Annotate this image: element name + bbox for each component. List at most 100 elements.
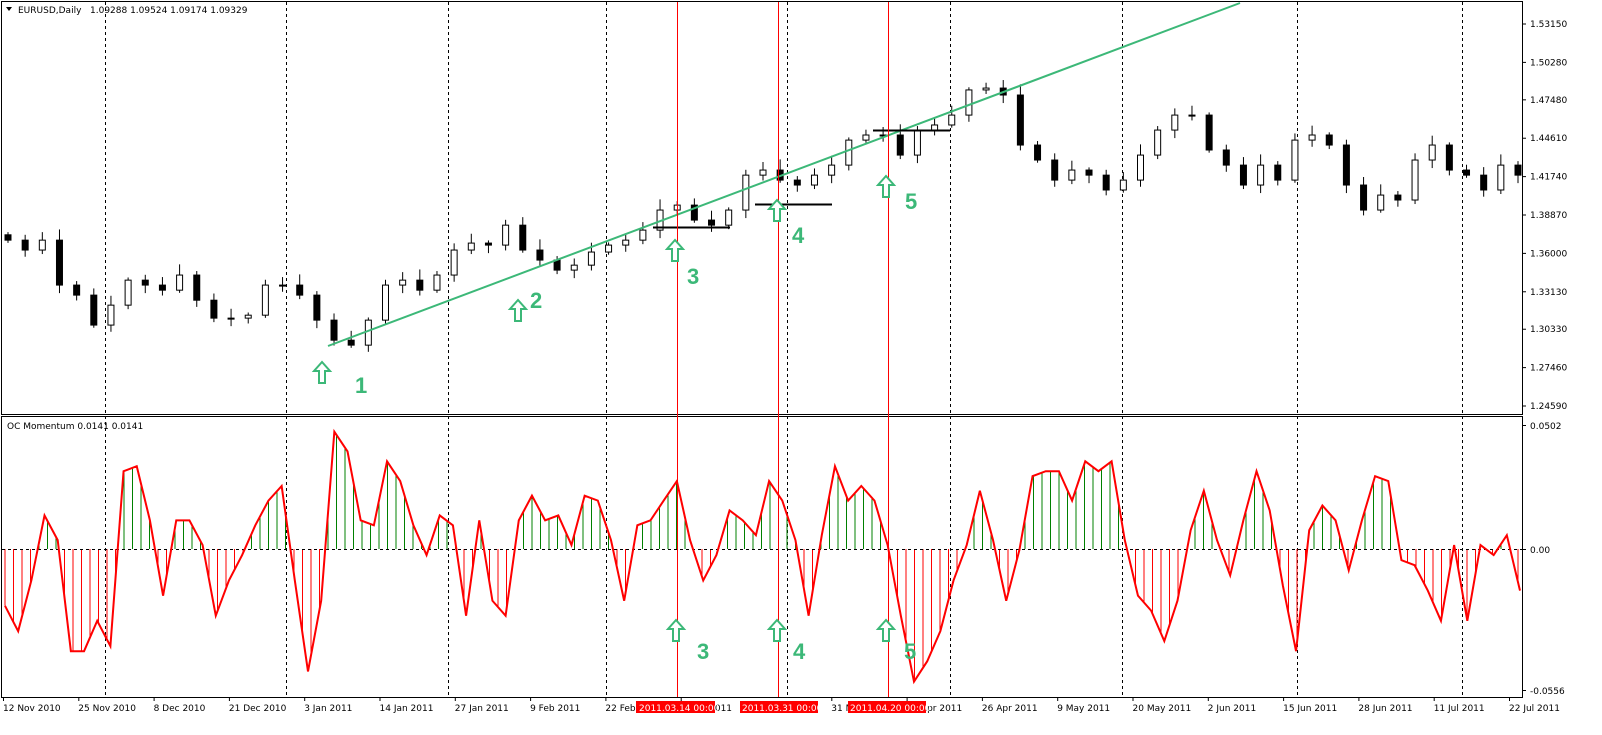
candle	[1274, 161, 1282, 186]
up-arrow-icon	[507, 298, 529, 322]
time-marker-label: 2011.04.20 00:00	[850, 704, 931, 714]
up-arrow-icon	[766, 198, 788, 222]
price-tick: 1.33130	[1530, 288, 1567, 298]
indicator-tick: -0.0556	[1530, 687, 1565, 697]
price-tick: 1.27460	[1530, 364, 1567, 374]
candle	[1360, 177, 1368, 216]
trendline[interactable]	[327, 2, 1241, 347]
candle	[484, 240, 492, 254]
candle	[210, 293, 218, 323]
candle	[244, 312, 252, 324]
date-tick: 27 Jan 2011	[455, 704, 509, 714]
annotation-label: 4	[792, 223, 805, 248]
collapse-triangle-icon[interactable]	[6, 7, 12, 11]
candle	[810, 168, 818, 190]
candle	[828, 155, 836, 184]
ohlc-readout: 1.09288 1.09524 1.09174 1.09329	[90, 6, 248, 16]
candle	[313, 291, 321, 329]
candle	[124, 277, 132, 310]
candle	[690, 198, 698, 223]
indicator-panel-frame	[1, 416, 1523, 698]
candle	[913, 126, 921, 164]
candle	[1034, 141, 1042, 163]
candle	[639, 222, 647, 245]
candle	[502, 219, 510, 251]
date-tick: 9 May 2011	[1057, 704, 1110, 714]
candle	[261, 279, 269, 318]
candle	[467, 233, 475, 255]
candle	[1463, 164, 1471, 178]
price-tick: 1.53150	[1530, 20, 1567, 30]
indicator-axis[interactable]: 0.0502 0.00 -0.0556	[1522, 422, 1565, 697]
annotation-label: 1	[355, 373, 367, 398]
time-marker-label: 2011.03.31 00:00	[742, 704, 823, 714]
annotation-label: 3	[697, 639, 709, 664]
candlesticks	[4, 80, 1522, 352]
date-tick: 11 Jul 2011	[1434, 704, 1485, 714]
candle	[931, 118, 939, 136]
candle	[90, 288, 98, 328]
candle	[1102, 169, 1110, 196]
date-tick: 14 Jan 2011	[380, 704, 434, 714]
candle	[1308, 125, 1316, 147]
price-axis[interactable]: 1.53150 1.50280 1.47480 1.44610 1.41740 1.388…	[1522, 20, 1567, 412]
date-tick: 2 Jun 2011	[1208, 704, 1256, 714]
candle	[879, 126, 887, 142]
period-separators	[105, 2, 1463, 697]
candle	[73, 281, 81, 301]
candle	[536, 239, 544, 267]
candle	[55, 229, 63, 294]
candle	[570, 258, 578, 279]
candle	[1085, 167, 1093, 184]
candle	[622, 234, 630, 252]
candle	[1394, 191, 1402, 207]
candle	[845, 137, 853, 171]
candle	[1445, 142, 1453, 176]
candle	[1411, 153, 1419, 205]
date-tick: 21 Dec 2010	[229, 704, 287, 714]
candle	[330, 313, 338, 346]
candle	[176, 264, 184, 293]
candle	[948, 105, 956, 128]
indicator-tick: 0.00	[1530, 546, 1550, 556]
indicator-title: OC Momentum 0.0141 0.0141	[7, 422, 143, 432]
candle	[725, 207, 733, 230]
date-tick: 3 Jan 2011	[304, 704, 352, 714]
candle	[1342, 139, 1350, 194]
candle	[364, 317, 372, 352]
candle	[1514, 161, 1522, 184]
candle	[862, 129, 870, 143]
candle	[1119, 172, 1127, 193]
candle	[4, 232, 12, 243]
date-tick: 12 Nov 2010	[3, 704, 61, 714]
chart-window[interactable]: 1 2 3 4 5 3 4 5 EURUSD,Daily 1.09288 1.0…	[0, 0, 1602, 735]
date-tick: 20 May 2011	[1133, 704, 1192, 714]
annotation-label: 2	[530, 288, 542, 313]
candle	[1291, 133, 1299, 183]
up-arrow-icon	[665, 618, 687, 642]
candle	[1239, 157, 1247, 190]
candle	[982, 82, 990, 94]
price-tick: 1.36000	[1530, 249, 1567, 259]
momentum-histogram	[4, 434, 1519, 681]
candle	[433, 271, 441, 293]
date-tick: 9 Feb 2011	[530, 704, 580, 714]
candle	[708, 210, 716, 232]
candle	[1428, 135, 1436, 169]
candle	[450, 243, 458, 282]
price-tick: 1.38870	[1530, 211, 1567, 221]
candle	[793, 176, 801, 192]
price-tick: 1.24590	[1530, 402, 1567, 412]
candle	[38, 232, 46, 255]
candle	[416, 269, 424, 296]
candle	[382, 279, 389, 325]
candle	[399, 272, 407, 294]
momentum-line	[4, 428, 1521, 685]
annotation-label: 5	[904, 639, 916, 664]
up-arrow-icon	[766, 618, 788, 642]
candle	[1051, 153, 1059, 187]
up-arrow-icon	[875, 618, 897, 642]
candle	[1325, 132, 1333, 150]
candle	[519, 217, 527, 253]
price-tick: 1.50280	[1530, 58, 1567, 68]
